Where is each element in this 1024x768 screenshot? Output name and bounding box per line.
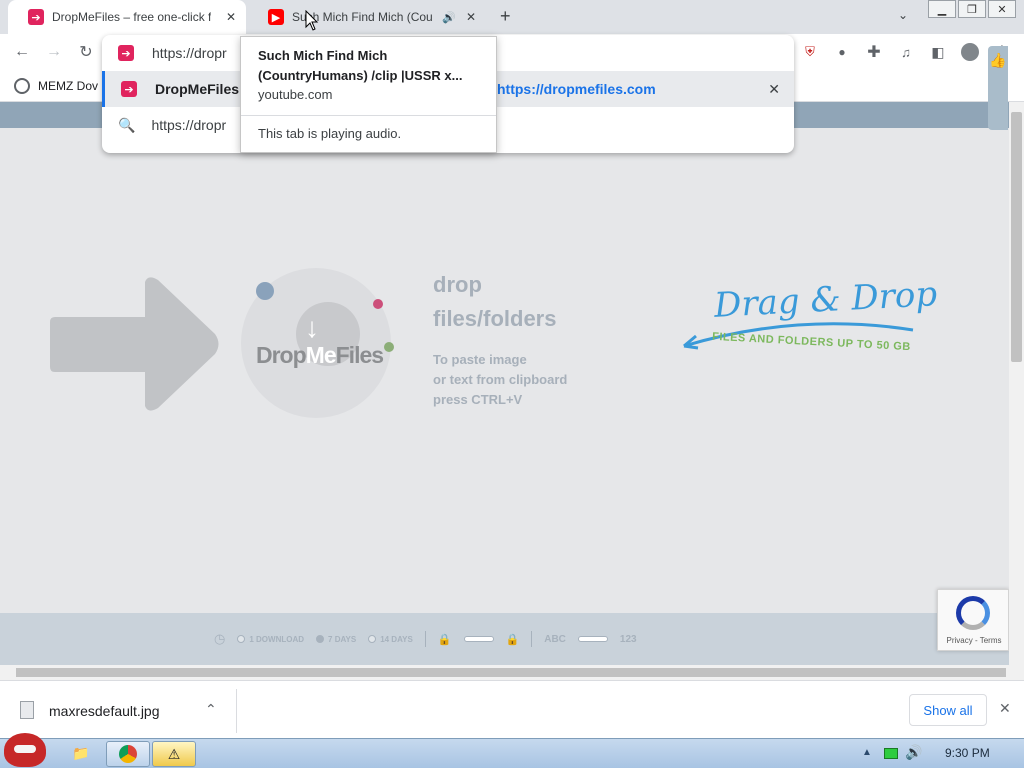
thumbs-up-icon: 👍 [989, 52, 1007, 68]
tab-strip: ➔ DropMeFiles – free one-click f ✕ ▶ Suc… [0, 0, 1024, 34]
divider [424, 631, 426, 647]
side-panel-icon[interactable]: ◧ [928, 42, 948, 62]
volume-icon[interactable]: 🔊 [905, 744, 922, 761]
tab-search-icon[interactable]: ⌄ [898, 8, 908, 22]
download-arrow-icon: ↓ [305, 312, 319, 343]
logo-drop: Drop [256, 342, 307, 368]
link-type-toggle[interactable] [577, 636, 608, 642]
option-7-days[interactable]: 7 DAYS [316, 635, 356, 644]
vertical-scrollbar[interactable] [1009, 102, 1024, 665]
horizontal-scrollbar[interactable] [0, 665, 1024, 680]
clock[interactable]: 9:30 PM [945, 746, 990, 760]
angry-bird-icon [14, 745, 36, 753]
close-downloads-icon[interactable]: ✕ [999, 700, 1011, 717]
taskbar-chrome[interactable] [106, 741, 150, 767]
downloads-bar: maxresdefault.jpg ⌃ Show all ✕ [0, 680, 1024, 738]
scrollbar-thumb[interactable] [1011, 112, 1022, 362]
new-tab-icon[interactable]: + [500, 6, 511, 27]
speaker-icon[interactable]: 🔊 [442, 11, 456, 24]
drop-heading-2: files/folders [433, 306, 557, 331]
file-icon [20, 701, 34, 719]
extensions-puzzle-icon[interactable]: ✚ [864, 42, 884, 62]
abc-label: ABC [544, 633, 566, 645]
option-14-days[interactable]: 14 DAYS [368, 635, 413, 644]
page-content: ↓ DropMeFiles drop files/folders To past… [0, 102, 1009, 665]
hover-card-status: This tab is playing audio. [258, 126, 402, 141]
profile-avatar[interactable] [960, 42, 980, 62]
explorer-icon[interactable]: 📁 [72, 745, 89, 762]
show-all-button[interactable]: Show all [909, 694, 987, 726]
close-tab-icon[interactable]: ✕ [226, 10, 236, 24]
option-label: 7 DAYS [328, 634, 357, 644]
globe-icon [14, 77, 30, 94]
forward-icon[interactable]: → [44, 42, 64, 62]
dropmefiles-icon: ➔ [28, 9, 44, 25]
option-label: 14 DAYS [380, 634, 413, 644]
restore-icon[interactable]: ❐ [958, 0, 986, 18]
pink-dot [373, 299, 383, 309]
chrome-icon [119, 745, 137, 763]
ublock-extension-icon[interactable]: ⛨ [800, 42, 820, 62]
close-window-icon[interactable]: ✕ [988, 0, 1016, 18]
back-icon[interactable]: ← [12, 42, 32, 62]
tab-hover-card: Such Mich Find Mich (CountryHumans) /cli… [240, 36, 497, 153]
scrollbar-thumb[interactable] [16, 668, 1006, 677]
paste-hint-2: or text from clipboard [433, 372, 568, 387]
like-button[interactable]: 👍 [988, 46, 1008, 130]
search-icon: 🔍 [118, 116, 136, 133]
remove-suggestion-icon[interactable]: ✕ [768, 81, 780, 98]
youtube-icon: ▶ [268, 9, 284, 25]
extension-icon[interactable]: ● [832, 42, 852, 62]
option-label: 1 DOWNLOAD [249, 634, 305, 644]
dropmefiles-icon: ➔ [121, 81, 137, 97]
divider [241, 115, 496, 116]
network-icon[interactable] [884, 748, 898, 759]
suggestion-text: https://dropr [151, 117, 227, 133]
options-bar: ◷ 1 DOWNLOAD 7 DAYS 14 DAYS 🔒 🔒 ABC 123 [0, 613, 1009, 665]
start-button[interactable] [4, 733, 46, 767]
media-control-icon[interactable]: ♫ [896, 42, 916, 62]
paste-hint-1: To paste image [433, 352, 527, 367]
close-tab-icon[interactable]: ✕ [466, 10, 476, 24]
omnibox-input[interactable]: https://dropr [152, 45, 227, 61]
password-toggle[interactable] [463, 636, 494, 642]
dropmefiles-logo: DropMeFiles [256, 342, 384, 369]
hover-card-title: Such Mich Find Mich (CountryHumans) /cli… [258, 48, 463, 83]
recaptcha-logo [956, 596, 990, 630]
reload-icon[interactable]: ↻ [76, 42, 96, 62]
taskbar: 📁 ⚠ ▲ 🔊 9:30 PM [0, 733, 1024, 768]
paste-hint-3: press CTRL+V [433, 392, 523, 407]
green-dot [384, 342, 394, 352]
suggestion-url: https://dropmefiles.com [497, 81, 656, 97]
minimize-icon[interactable]: ▁ [928, 0, 956, 18]
divider [236, 689, 237, 733]
chevron-up-icon[interactable]: ⌃ [205, 701, 217, 718]
blue-dot [256, 282, 274, 300]
tab-dropmefiles[interactable]: ➔ DropMeFiles – free one-click f ✕ [8, 0, 246, 34]
tray-expand-icon[interactable]: ▲ [862, 747, 872, 758]
lock-icon: 🔒 [437, 633, 452, 646]
clock-icon: ◷ [214, 631, 226, 646]
warning-icon: ⚠ [167, 745, 181, 762]
option-1-download[interactable]: 1 DOWNLOAD [237, 635, 304, 644]
hover-card-domain: youtube.com [258, 87, 333, 102]
tab-title: DropMeFiles – free one-click f [52, 10, 212, 24]
download-filename[interactable]: maxresdefault.jpg [49, 703, 160, 719]
drop-heading-1: drop [433, 272, 482, 297]
suggestion-title: DropMeFiles [155, 81, 240, 97]
logo-files: Files [335, 342, 384, 368]
arrow-icon [50, 277, 219, 411]
taskbar-warning[interactable]: ⚠ [152, 741, 196, 767]
recaptcha-badge[interactable]: Privacy - Terms [937, 589, 1009, 651]
logo-me: Me [305, 342, 337, 368]
dropmefiles-icon: ➔ [118, 45, 134, 61]
tab-youtube[interactable]: ▶ Such Mich Find Mich (Cou 🔊 ✕ [248, 0, 486, 34]
numeric-label: 123 [619, 633, 637, 645]
bookmark-memz[interactable]: MEMZ Dov [38, 79, 98, 93]
lock-icon-2: 🔒 [505, 633, 520, 646]
mouse-cursor-icon [305, 10, 319, 31]
recaptcha-links[interactable]: Privacy - Terms [938, 636, 1009, 645]
divider [531, 631, 533, 647]
window-controls: ▁ ❐ ✕ [928, 0, 1016, 18]
